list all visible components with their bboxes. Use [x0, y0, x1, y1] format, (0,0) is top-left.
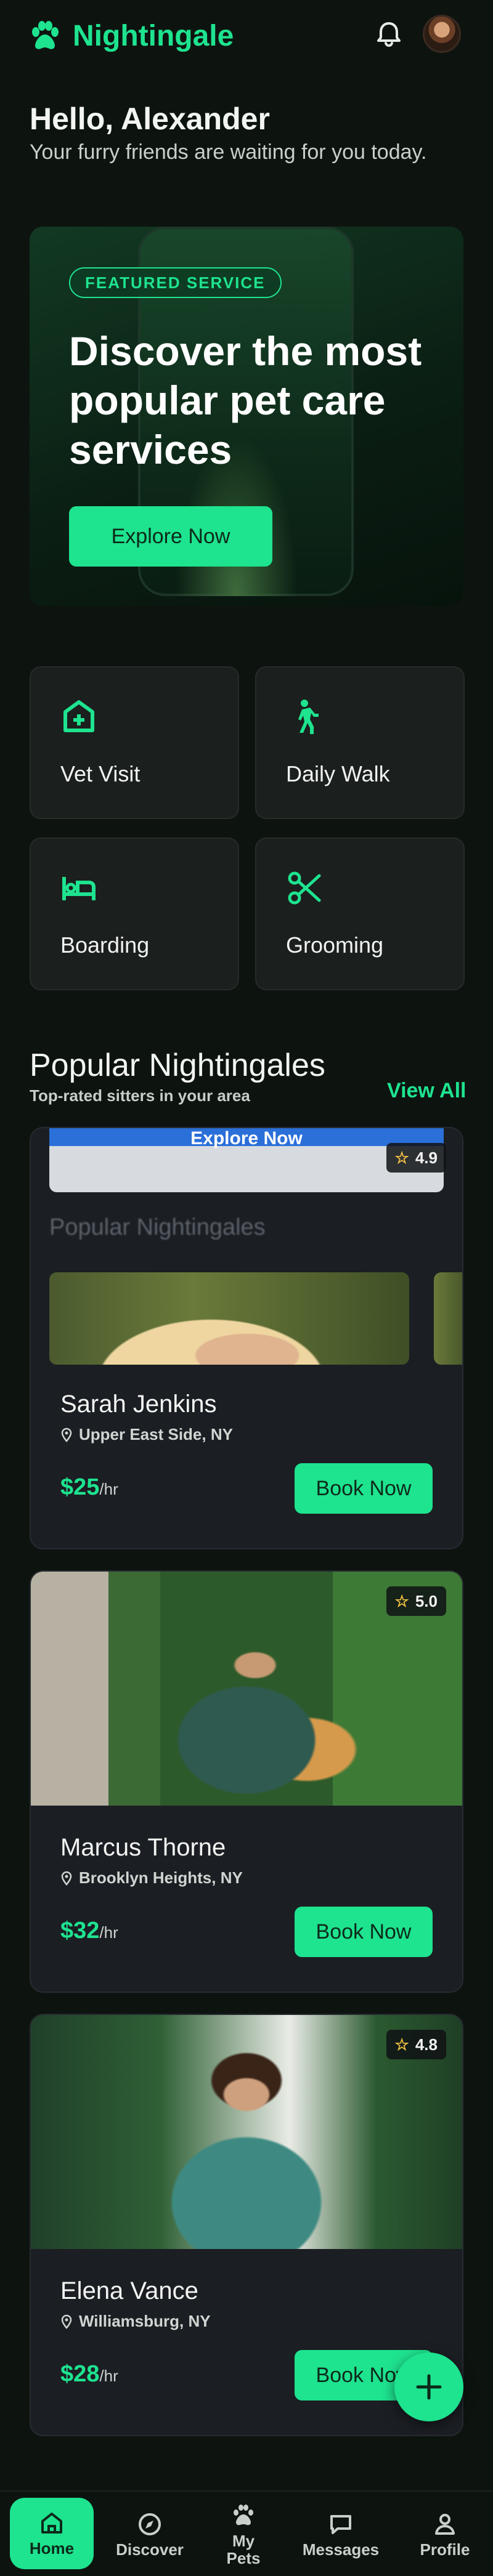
hero-title: Discover the most popular pet care servi…	[69, 328, 422, 472]
brand[interactable]: Nightingale	[30, 17, 234, 54]
rating-badge: ☆ 4.9	[386, 1143, 446, 1173]
location-pin-icon	[61, 1871, 72, 1886]
chat-icon	[330, 2514, 351, 2534]
sitter-location: Upper East Side, NY	[60, 1425, 233, 1444]
service-boarding[interactable]: Boarding	[30, 838, 239, 990]
preview-title: Popular Nightingales	[49, 1214, 266, 1240]
service-label: Grooming	[286, 932, 384, 958]
preview-photo-next	[434, 1272, 462, 1365]
preview-bar: Explore Now	[49, 1128, 444, 1192]
nav-profile[interactable]: Profile	[410, 2492, 479, 2576]
price-value: $25	[60, 1474, 100, 1500]
featured-banner[interactable]: FEATURED SERVICE Discover the most popul…	[30, 227, 463, 606]
star-icon: ☆	[394, 1591, 409, 1610]
location-text: Upper East Side, NY	[79, 1425, 233, 1443]
nav-my-pets[interactable]: My Pets	[210, 2492, 277, 2576]
walking-person-icon	[298, 700, 319, 734]
price-unit: /hr	[99, 1480, 118, 1498]
medical-bag-icon	[63, 700, 94, 732]
paw-icon	[32, 21, 59, 49]
service-label: Daily Walk	[286, 761, 390, 786]
service-label: Vet Visit	[60, 761, 141, 786]
price-unit: /hr	[99, 1923, 118, 1942]
plus-icon	[416, 2374, 442, 2400]
service-daily-walk[interactable]: Daily Walk	[255, 666, 465, 819]
nav-label: Home	[29, 2539, 75, 2558]
explore-now-button[interactable]: Explore Now	[69, 506, 272, 567]
sitter-price: $28/hr	[60, 2361, 118, 2388]
book-now-button[interactable]: Book Now	[295, 1463, 433, 1514]
add-button[interactable]	[394, 2352, 463, 2421]
nav-label: My Pets	[226, 2531, 261, 2567]
greeting-subtitle: Your furry friends are waiting for you t…	[30, 140, 427, 164]
bed-icon	[62, 877, 96, 900]
book-now-button[interactable]: Book Now	[295, 1907, 433, 1957]
sitter-location: Brooklyn Heights, NY	[60, 1868, 243, 1888]
sitter-price: $32/hr	[60, 1918, 118, 1944]
rating-value: 5.0	[415, 1591, 438, 1610]
location-text: Williamsburg, NY	[79, 2312, 211, 2330]
price-unit: /hr	[99, 2367, 118, 2385]
nav-discover[interactable]: Discover	[108, 2492, 191, 2576]
location-pin-icon	[61, 2314, 72, 2329]
greeting-title: Hello, Alexander	[30, 102, 270, 136]
brand-name: Nightingale	[73, 19, 234, 52]
compass-icon	[139, 2513, 161, 2535]
rating-badge: ☆ 5.0	[386, 1586, 446, 1616]
person-icon	[435, 2513, 455, 2535]
nav-label: Messages	[302, 2540, 380, 2559]
rating-badge: ☆ 4.8	[386, 2030, 446, 2059]
featured-badge: FEATURED SERVICE	[69, 267, 282, 298]
location-text: Brooklyn Heights, NY	[79, 1868, 243, 1887]
view-all-link[interactable]: View All	[387, 1079, 467, 1103]
nav-label: Discover	[116, 2540, 184, 2559]
sitter-name: Sarah Jenkins	[60, 1391, 217, 1418]
rating-value: 4.9	[415, 1148, 438, 1167]
paw-icon	[234, 2504, 253, 2525]
section-title: Popular Nightingales	[30, 1048, 325, 1083]
preview-bar-text: Explore Now	[190, 1128, 303, 1149]
star-icon: ☆	[394, 2035, 409, 2054]
service-vet-visit[interactable]: Vet Visit	[30, 666, 239, 819]
bell-icon[interactable]	[373, 18, 404, 49]
sitter-card[interactable]: ☆ 5.0 Marcus Thorne Brooklyn Heights, NY …	[30, 1570, 463, 1993]
sitter-price: $25/hr	[60, 1474, 118, 1501]
price-value: $32	[60, 1918, 100, 1944]
home-icon	[41, 2513, 62, 2534]
nav-label: Profile	[420, 2540, 470, 2559]
service-label: Boarding	[60, 932, 150, 958]
sitter-name: Marcus Thorne	[60, 1834, 226, 1861]
sitter-location: Williamsburg, NY	[60, 2312, 211, 2331]
sitter-name: Elena Vance	[60, 2277, 198, 2304]
nav-messages[interactable]: Messages	[295, 2492, 387, 2576]
preview-photo	[49, 1272, 409, 1365]
section-subtitle: Top-rated sitters in your area	[30, 1086, 250, 1105]
sitter-card[interactable]: Explore Now Popular Nightingales ☆ 4.9 Sa…	[30, 1127, 463, 1549]
scissors-icon	[288, 871, 321, 905]
bottom-nav: Home Discover My Pets Messages Profile	[0, 2490, 493, 2576]
avatar[interactable]	[423, 15, 461, 53]
star-icon: ☆	[394, 1148, 409, 1167]
location-pin-icon	[61, 1427, 72, 1442]
nav-home[interactable]: Home	[10, 2498, 94, 2569]
service-grooming[interactable]: Grooming	[255, 838, 465, 990]
rating-value: 4.8	[415, 2035, 438, 2054]
price-value: $28	[60, 2361, 100, 2387]
